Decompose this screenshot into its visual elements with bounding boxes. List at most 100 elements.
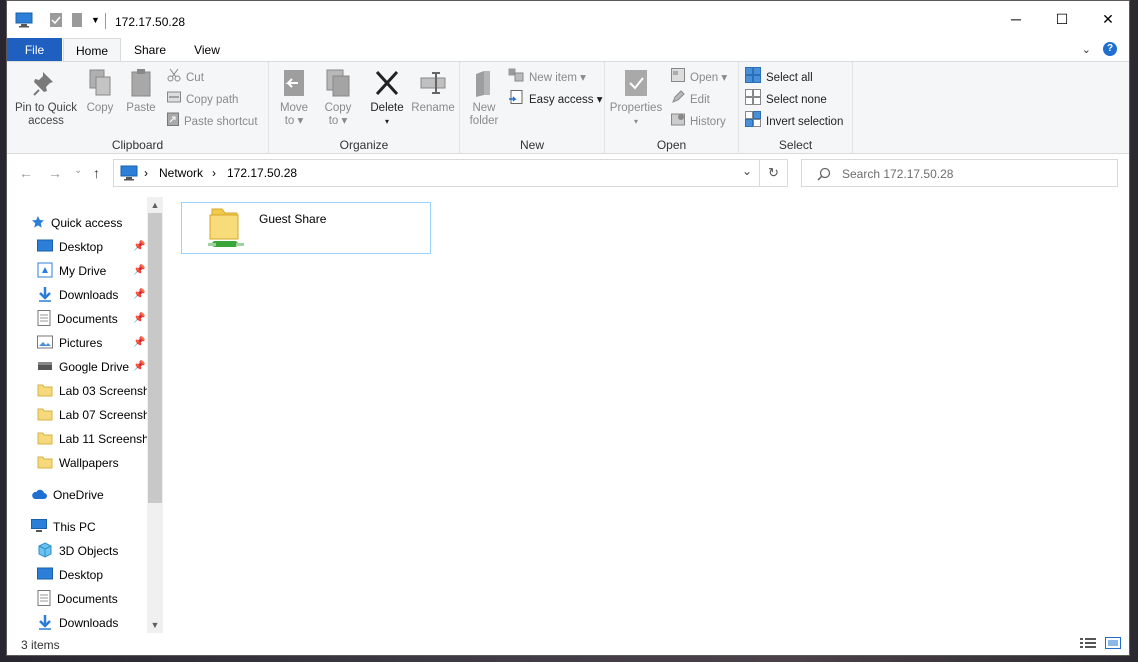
nav-item-lab-07[interactable]: Lab 07 Screenshots	[37, 404, 147, 426]
nav-label: Wallpapers	[59, 456, 119, 470]
properties-qat-icon[interactable]	[49, 12, 63, 31]
nav-item-pc-desktop[interactable]: Desktop	[37, 564, 147, 586]
pin-to-quick-access-button[interactable]: Pin to Quick access	[11, 68, 81, 128]
status-item-count: 3 items	[21, 638, 60, 652]
easy-access-button[interactable]: Easy access ▾	[508, 89, 603, 111]
shared-folder-icon	[206, 205, 246, 254]
search-box[interactable]: Search 172.17.50.28	[801, 159, 1118, 187]
nav-item-pc-downloads[interactable]: Downloads	[37, 612, 147, 633]
nav-item-wallpapers[interactable]: Wallpapers	[37, 452, 147, 474]
new-folder-qat-icon[interactable]	[71, 12, 83, 31]
copy-button[interactable]: Copy	[83, 68, 117, 115]
customize-qat-icon[interactable]: ▼	[91, 15, 100, 25]
paste-button[interactable]: Paste	[123, 68, 159, 115]
select-all-button[interactable]: Select all	[745, 66, 813, 88]
new-item-button[interactable]: New item ▾	[508, 68, 586, 88]
minimize-button[interactable]: ─	[993, 1, 1039, 37]
cube-icon	[37, 541, 53, 561]
nav-this-pc[interactable]: This PC	[31, 516, 147, 538]
move-to-button[interactable]: Move to ▾	[277, 68, 311, 128]
up-button[interactable]: ↑	[93, 165, 100, 181]
open-icon	[671, 67, 685, 89]
select-none-button[interactable]: Select none	[745, 88, 827, 110]
maximize-button[interactable]: ☐	[1039, 1, 1085, 37]
window-title: 172.17.50.28	[115, 15, 186, 29]
folder-icon	[37, 430, 53, 449]
rename-button[interactable]: Rename	[411, 68, 455, 115]
scroll-thumb[interactable]	[148, 213, 162, 503]
forward-button[interactable]: →	[48, 165, 62, 181]
address-bar[interactable]: › Network › 172.17.50.28 ⌄	[113, 159, 760, 187]
tab-share[interactable]: Share	[125, 38, 175, 62]
nav-onedrive[interactable]: OneDrive	[31, 484, 147, 506]
copy-path-label: Copy path	[186, 94, 239, 106]
nav-item-my-drive[interactable]: My Drive	[37, 260, 147, 282]
breadcrumb-network[interactable]: Network	[159, 166, 203, 180]
paste-shortcut-label: Paste shortcut	[184, 116, 258, 128]
tab-home[interactable]: Home	[63, 38, 121, 62]
pin-icon: 📌	[133, 265, 146, 276]
large-icons-view-icon[interactable]	[1105, 637, 1121, 652]
new-group: New folder New item ▾ Easy access ▾ New	[460, 62, 605, 154]
nav-item-lab-11[interactable]: Lab 11 Screenshots	[37, 428, 147, 450]
select-group: Select all Select none Invert selection …	[739, 62, 853, 154]
edit-button[interactable]: Edit	[671, 89, 710, 110]
copy-icon	[89, 69, 111, 96]
help-icon[interactable]: ?	[1103, 42, 1117, 56]
nav-item-google-drive[interactable]: Google Drive	[37, 356, 147, 378]
nav-item-desktop[interactable]: Desktop	[37, 236, 147, 258]
cut-button[interactable]: Cut	[167, 68, 204, 88]
easy-access-icon	[508, 89, 524, 111]
open-group-label: Open	[656, 138, 687, 152]
select-none-label: Select none	[766, 94, 827, 106]
nav-label: Google Drive	[59, 360, 130, 374]
scroll-down-arrow[interactable]: ▼	[147, 617, 163, 633]
back-button[interactable]: ←	[19, 165, 33, 181]
address-dropdown-icon[interactable]: ⌄	[742, 164, 752, 178]
clipboard-group: Pin to Quick access Copy Paste Cut Copy …	[7, 62, 269, 154]
paste-label: Paste	[126, 102, 156, 114]
paste-shortcut-button[interactable]: Paste shortcut	[167, 112, 258, 132]
scroll-up-arrow[interactable]: ▲	[147, 197, 163, 213]
refresh-button[interactable]: ↻	[760, 159, 788, 187]
nav-label: This PC	[53, 520, 96, 534]
details-view-icon[interactable]	[1079, 637, 1096, 652]
nav-item-pictures[interactable]: Pictures	[37, 332, 147, 354]
recent-locations-button[interactable]: ⌄	[74, 165, 82, 176]
nav-label: Desktop	[59, 568, 104, 582]
nav-item-pc-documents[interactable]: Documents	[37, 588, 147, 610]
copy-to-button[interactable]: Copy to ▾	[321, 68, 355, 128]
invert-selection-button[interactable]: Invert selection	[745, 110, 843, 132]
properties-button[interactable]: Properties ▾	[609, 68, 663, 128]
desktop-icon	[37, 239, 53, 256]
select-all-label: Select all	[766, 72, 813, 84]
tab-view[interactable]: View	[179, 38, 235, 62]
delete-caret: ▾	[384, 117, 389, 126]
ribbon-collapse-icon[interactable]: ⌄	[1082, 43, 1091, 56]
nav-item-downloads[interactable]: Downloads	[37, 284, 147, 306]
move-to-label-2: to ▾	[284, 115, 304, 127]
tab-file[interactable]: File	[7, 38, 62, 62]
rename-icon	[420, 72, 446, 94]
nav-scrollbar[interactable]: ▲ ▼	[147, 197, 163, 633]
copy-path-button[interactable]: Copy path	[167, 90, 238, 110]
breadcrumb-host[interactable]: 172.17.50.28	[227, 166, 297, 180]
close-button[interactable]: ✕	[1085, 1, 1129, 37]
nav-quick-access[interactable]: Quick access	[31, 212, 147, 234]
breadcrumb-separator[interactable]: ›	[144, 166, 148, 180]
new-folder-button[interactable]: New folder	[466, 68, 502, 128]
nav-label: Lab 03 Screenshots	[59, 384, 147, 398]
documents-icon	[37, 309, 51, 329]
history-button[interactable]: History	[671, 112, 726, 132]
nav-label: Pictures	[59, 336, 103, 350]
nav-item-documents[interactable]: Documents	[37, 308, 147, 330]
open-button[interactable]: Open ▾	[671, 67, 727, 89]
nav-item-3d-objects[interactable]: 3D Objects	[37, 540, 147, 562]
properties-icon	[625, 70, 647, 96]
delete-button[interactable]: Delete ▾	[367, 68, 407, 128]
delete-x-icon	[375, 70, 399, 96]
pin-label-1: Pin to Quick	[15, 102, 77, 114]
breadcrumb-separator[interactable]: ›	[212, 166, 216, 180]
share-tile-guest-share[interactable]: Guest Share	[181, 202, 431, 254]
nav-item-lab-03[interactable]: Lab 03 Screenshots	[37, 380, 147, 402]
